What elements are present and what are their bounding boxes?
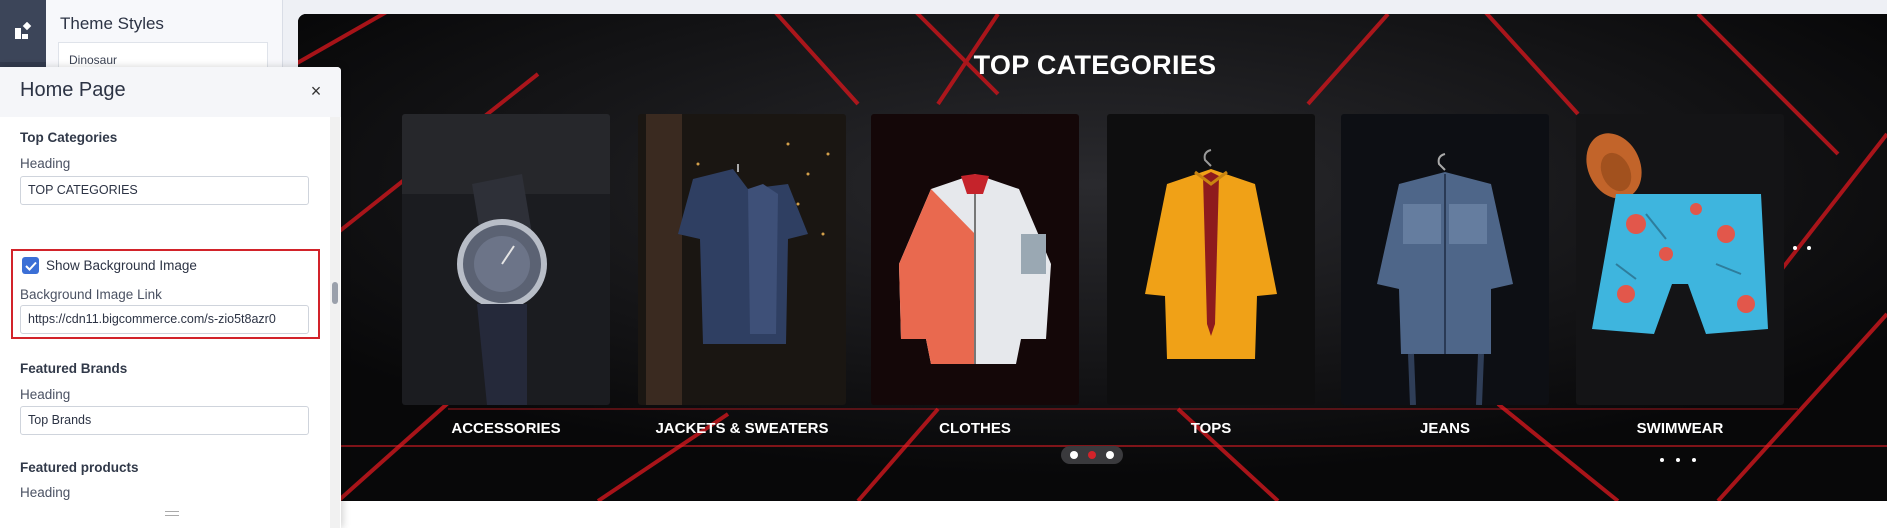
- featured-products-heading-label: Heading: [20, 485, 71, 500]
- carousel-dot-1[interactable]: [1070, 451, 1078, 459]
- top-categories-heading-input[interactable]: TOP CATEGORIES: [20, 176, 309, 205]
- scrollbar-thumb[interactable]: [332, 282, 338, 304]
- featured-brands-heading-input[interactable]: Top Brands: [20, 406, 309, 435]
- category-card-jackets-sweaters[interactable]: [638, 114, 846, 405]
- top-categories-heading-label: Heading: [20, 156, 71, 171]
- featured-products-section-title: Featured products: [20, 460, 139, 475]
- category-label-accessories[interactable]: ACCESSORIES: [402, 420, 610, 437]
- show-background-image-label[interactable]: Show Background Image: [46, 258, 197, 273]
- background-image-link-input[interactable]: https://cdn11.bigcommerce.com/s-zio5t8az…: [20, 305, 309, 334]
- checkmark-icon: [24, 261, 37, 271]
- carousel-dot-3[interactable]: [1106, 451, 1114, 459]
- denim-jacket-image-icon: [1341, 114, 1549, 405]
- home-panel-title: Home Page: [20, 79, 126, 101]
- jacket-image-icon: [638, 114, 846, 405]
- home-panel-body: Top Categories Heading TOP CATEGORIES Sh…: [0, 117, 341, 528]
- featured-brands-heading-label: Heading: [20, 387, 71, 402]
- category-card-accessories[interactable]: [402, 114, 610, 405]
- secondary-carousel-dots: [1660, 458, 1696, 462]
- category-card-clothes[interactable]: [871, 114, 1079, 405]
- show-background-image-checkbox[interactable]: [22, 257, 39, 274]
- carousel-dot-2[interactable]: [1088, 451, 1096, 459]
- swim-shorts-image-icon: [1576, 114, 1784, 405]
- watch-image-icon: [402, 114, 610, 405]
- featured-brands-section-title: Featured Brands: [20, 361, 128, 376]
- category-label-jeans[interactable]: JEANS: [1341, 420, 1549, 437]
- panel-scrollbar[interactable]: [330, 117, 340, 528]
- theme-styles-title: Theme Styles: [60, 14, 164, 33]
- resize-handle-icon[interactable]: [165, 511, 179, 516]
- carousel-pager: [1061, 446, 1123, 464]
- mini-dot: [1807, 246, 1811, 250]
- category-label-clothes[interactable]: CLOTHES: [871, 420, 1079, 437]
- preview-bottom-strip: [298, 501, 1887, 528]
- close-icon[interactable]: ×: [305, 80, 327, 102]
- bomber-jacket-image-icon: [871, 114, 1079, 405]
- home-panel-header: Home Page ×: [0, 67, 341, 117]
- shirt-image-icon: [1107, 114, 1315, 405]
- mini-dot[interactable]: [1676, 458, 1680, 462]
- category-card-tops[interactable]: [1107, 114, 1315, 405]
- category-label-swimwear[interactable]: SWIMWEAR: [1576, 420, 1784, 437]
- app-root: Theme Styles Dinosaur TOP CATEGORIES ACC…: [0, 0, 1887, 528]
- category-card-swimwear[interactable]: [1576, 114, 1784, 405]
- category-label-tops[interactable]: TOPS: [1107, 420, 1315, 437]
- category-label-jackets-sweaters[interactable]: JACKETS & SWEATERS: [638, 420, 846, 437]
- background-image-link-label: Background Image Link: [20, 287, 162, 302]
- category-card-jeans[interactable]: [1341, 114, 1549, 405]
- top-categories-section-title: Top Categories: [20, 130, 118, 145]
- storefront-preview: TOP CATEGORIES ACCESSORIES JACKETS & SWE…: [298, 14, 1887, 501]
- theme-style-name: Dinosaur: [69, 53, 118, 67]
- mini-dot[interactable]: [1660, 458, 1664, 462]
- home-page-panel: Home Page × Top Categories Heading TOP C…: [0, 67, 341, 528]
- side-dots: [1793, 246, 1811, 250]
- mini-dot: [1793, 246, 1797, 250]
- rail-item-widgets[interactable]: [0, 0, 46, 62]
- widgets-icon: [15, 22, 32, 39]
- preview-heading: TOP CATEGORIES: [973, 50, 1217, 80]
- mini-dot[interactable]: [1692, 458, 1696, 462]
